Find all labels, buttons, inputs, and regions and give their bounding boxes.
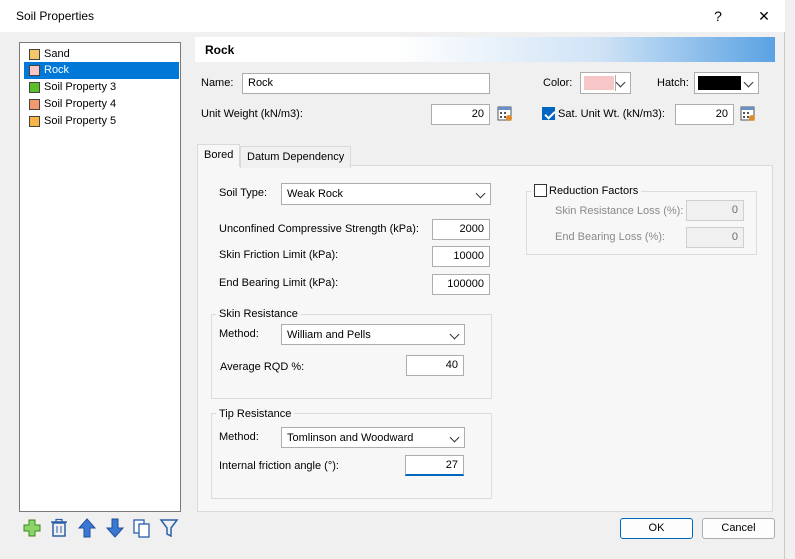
skin-resistance-title: Skin Resistance — [216, 308, 301, 320]
chevron-down-icon — [449, 432, 460, 443]
friction-angle-input[interactable]: 27 — [405, 455, 464, 476]
unit-weight-input[interactable]: 20 — [431, 104, 490, 125]
window-title: Soil Properties — [16, 9, 95, 23]
tip-method-select[interactable]: Tomlinson and Woodward — [281, 427, 465, 448]
add-icon[interactable] — [21, 517, 43, 539]
ucs-input[interactable]: 2000 — [432, 219, 490, 240]
friction-angle-label: Internal friction angle (°): — [219, 460, 339, 472]
rqd-input[interactable]: 40 — [406, 355, 464, 376]
soil-header-bar: Rock — [195, 37, 775, 62]
soil-list[interactable]: Sand Rock Soil Property 3 Soil Property … — [19, 42, 181, 512]
sat-unit-wt-label: Sat. Unit Wt. (kN/m3): — [558, 108, 665, 120]
soil-color-swatch — [29, 116, 40, 127]
chevron-down-icon — [743, 77, 754, 88]
skin-resistance-loss-input[interactable]: 0 — [686, 200, 744, 221]
calculator-icon[interactable] — [497, 106, 513, 122]
ok-button[interactable]: OK — [620, 518, 693, 539]
soil-color-swatch — [29, 65, 40, 76]
skin-method-value: William and Pells — [287, 329, 371, 341]
color-label: Color: — [543, 77, 573, 89]
end-bearing-loss-input[interactable]: 0 — [686, 227, 744, 248]
reduction-factors-checkbox[interactable] — [534, 184, 547, 197]
unit-weight-label: Unit Weight (kN/m3): — [201, 108, 303, 120]
copy-icon[interactable] — [131, 517, 153, 539]
tip-resistance-title: Tip Resistance — [216, 408, 295, 420]
skin-resistance-loss-label: Skin Resistance Loss (%): — [555, 205, 684, 217]
end-bearing-loss-label: End Bearing Loss (%): — [555, 231, 666, 243]
soil-type-value: Weak Rock — [287, 188, 344, 200]
color-picker[interactable] — [580, 72, 631, 94]
color-preview — [584, 76, 614, 90]
soil-item-label: Soil Property 4 — [44, 98, 117, 110]
soil-properties-dialog: Soil Properties ? ✕ Sand Rock Soil Prope… — [0, 0, 785, 559]
filter-icon[interactable] — [158, 517, 180, 539]
tab-bored[interactable]: Bored — [197, 144, 241, 167]
soil-list-item[interactable]: Soil Property 4 — [24, 96, 179, 113]
end-bearing-limit-input[interactable]: 100000 — [432, 274, 490, 295]
name-input[interactable]: Rock — [242, 73, 490, 94]
soil-list-item[interactable]: Soil Property 3 — [24, 79, 179, 96]
soil-type-label: Soil Type: — [219, 187, 268, 199]
soil-color-swatch — [29, 82, 40, 93]
help-button[interactable]: ? — [707, 6, 729, 26]
rqd-label: Average RQD %: — [220, 361, 305, 373]
sat-unit-wt-checkbox[interactable] — [542, 107, 555, 120]
soil-item-label: Sand — [44, 48, 70, 60]
chevron-down-icon — [615, 77, 626, 88]
soil-list-item[interactable]: Sand — [24, 46, 179, 63]
ucs-label: Unconfined Compressive Strength (kPa): — [219, 223, 419, 235]
title-bar: Soil Properties ? ✕ — [0, 0, 785, 32]
skin-friction-limit-label: Skin Friction Limit (kPa): — [219, 249, 339, 261]
reduction-factors-label: Reduction Factors — [549, 185, 639, 197]
end-bearing-limit-label: End Bearing Limit (kPa): — [219, 277, 339, 289]
soil-list-item-selected[interactable]: Rock — [24, 62, 179, 79]
tip-method-label: Method: — [219, 431, 259, 443]
tip-method-value: Tomlinson and Woodward — [287, 432, 414, 444]
chevron-down-icon — [449, 329, 460, 340]
soil-type-select[interactable]: Weak Rock — [281, 183, 491, 205]
hatch-label: Hatch: — [657, 77, 689, 89]
cancel-button[interactable]: Cancel — [702, 518, 775, 539]
hatch-preview — [698, 76, 741, 90]
skin-friction-limit-input[interactable]: 10000 — [432, 246, 490, 267]
move-down-icon[interactable] — [104, 517, 126, 539]
move-up-icon[interactable] — [76, 517, 98, 539]
soil-item-label: Soil Property 3 — [44, 81, 117, 93]
soil-item-label: Rock — [44, 64, 70, 76]
delete-icon[interactable] — [48, 517, 70, 539]
soil-item-label: Soil Property 5 — [44, 115, 117, 127]
close-button[interactable]: ✕ — [753, 6, 775, 26]
skin-method-select[interactable]: William and Pells — [281, 324, 465, 345]
soil-color-swatch — [29, 99, 40, 110]
tab-datum-dependency[interactable]: Datum Dependency — [240, 146, 352, 168]
hatch-picker[interactable] — [694, 72, 759, 94]
sat-unit-wt-input[interactable]: 20 — [675, 104, 734, 125]
calculator-icon[interactable] — [740, 106, 756, 122]
name-label: Name: — [201, 77, 234, 89]
soil-header-title: Rock — [205, 43, 235, 57]
soil-color-swatch — [29, 49, 40, 60]
skin-method-label: Method: — [219, 328, 259, 340]
chevron-down-icon — [475, 188, 486, 199]
soil-list-item[interactable]: Soil Property 5 — [24, 113, 179, 130]
